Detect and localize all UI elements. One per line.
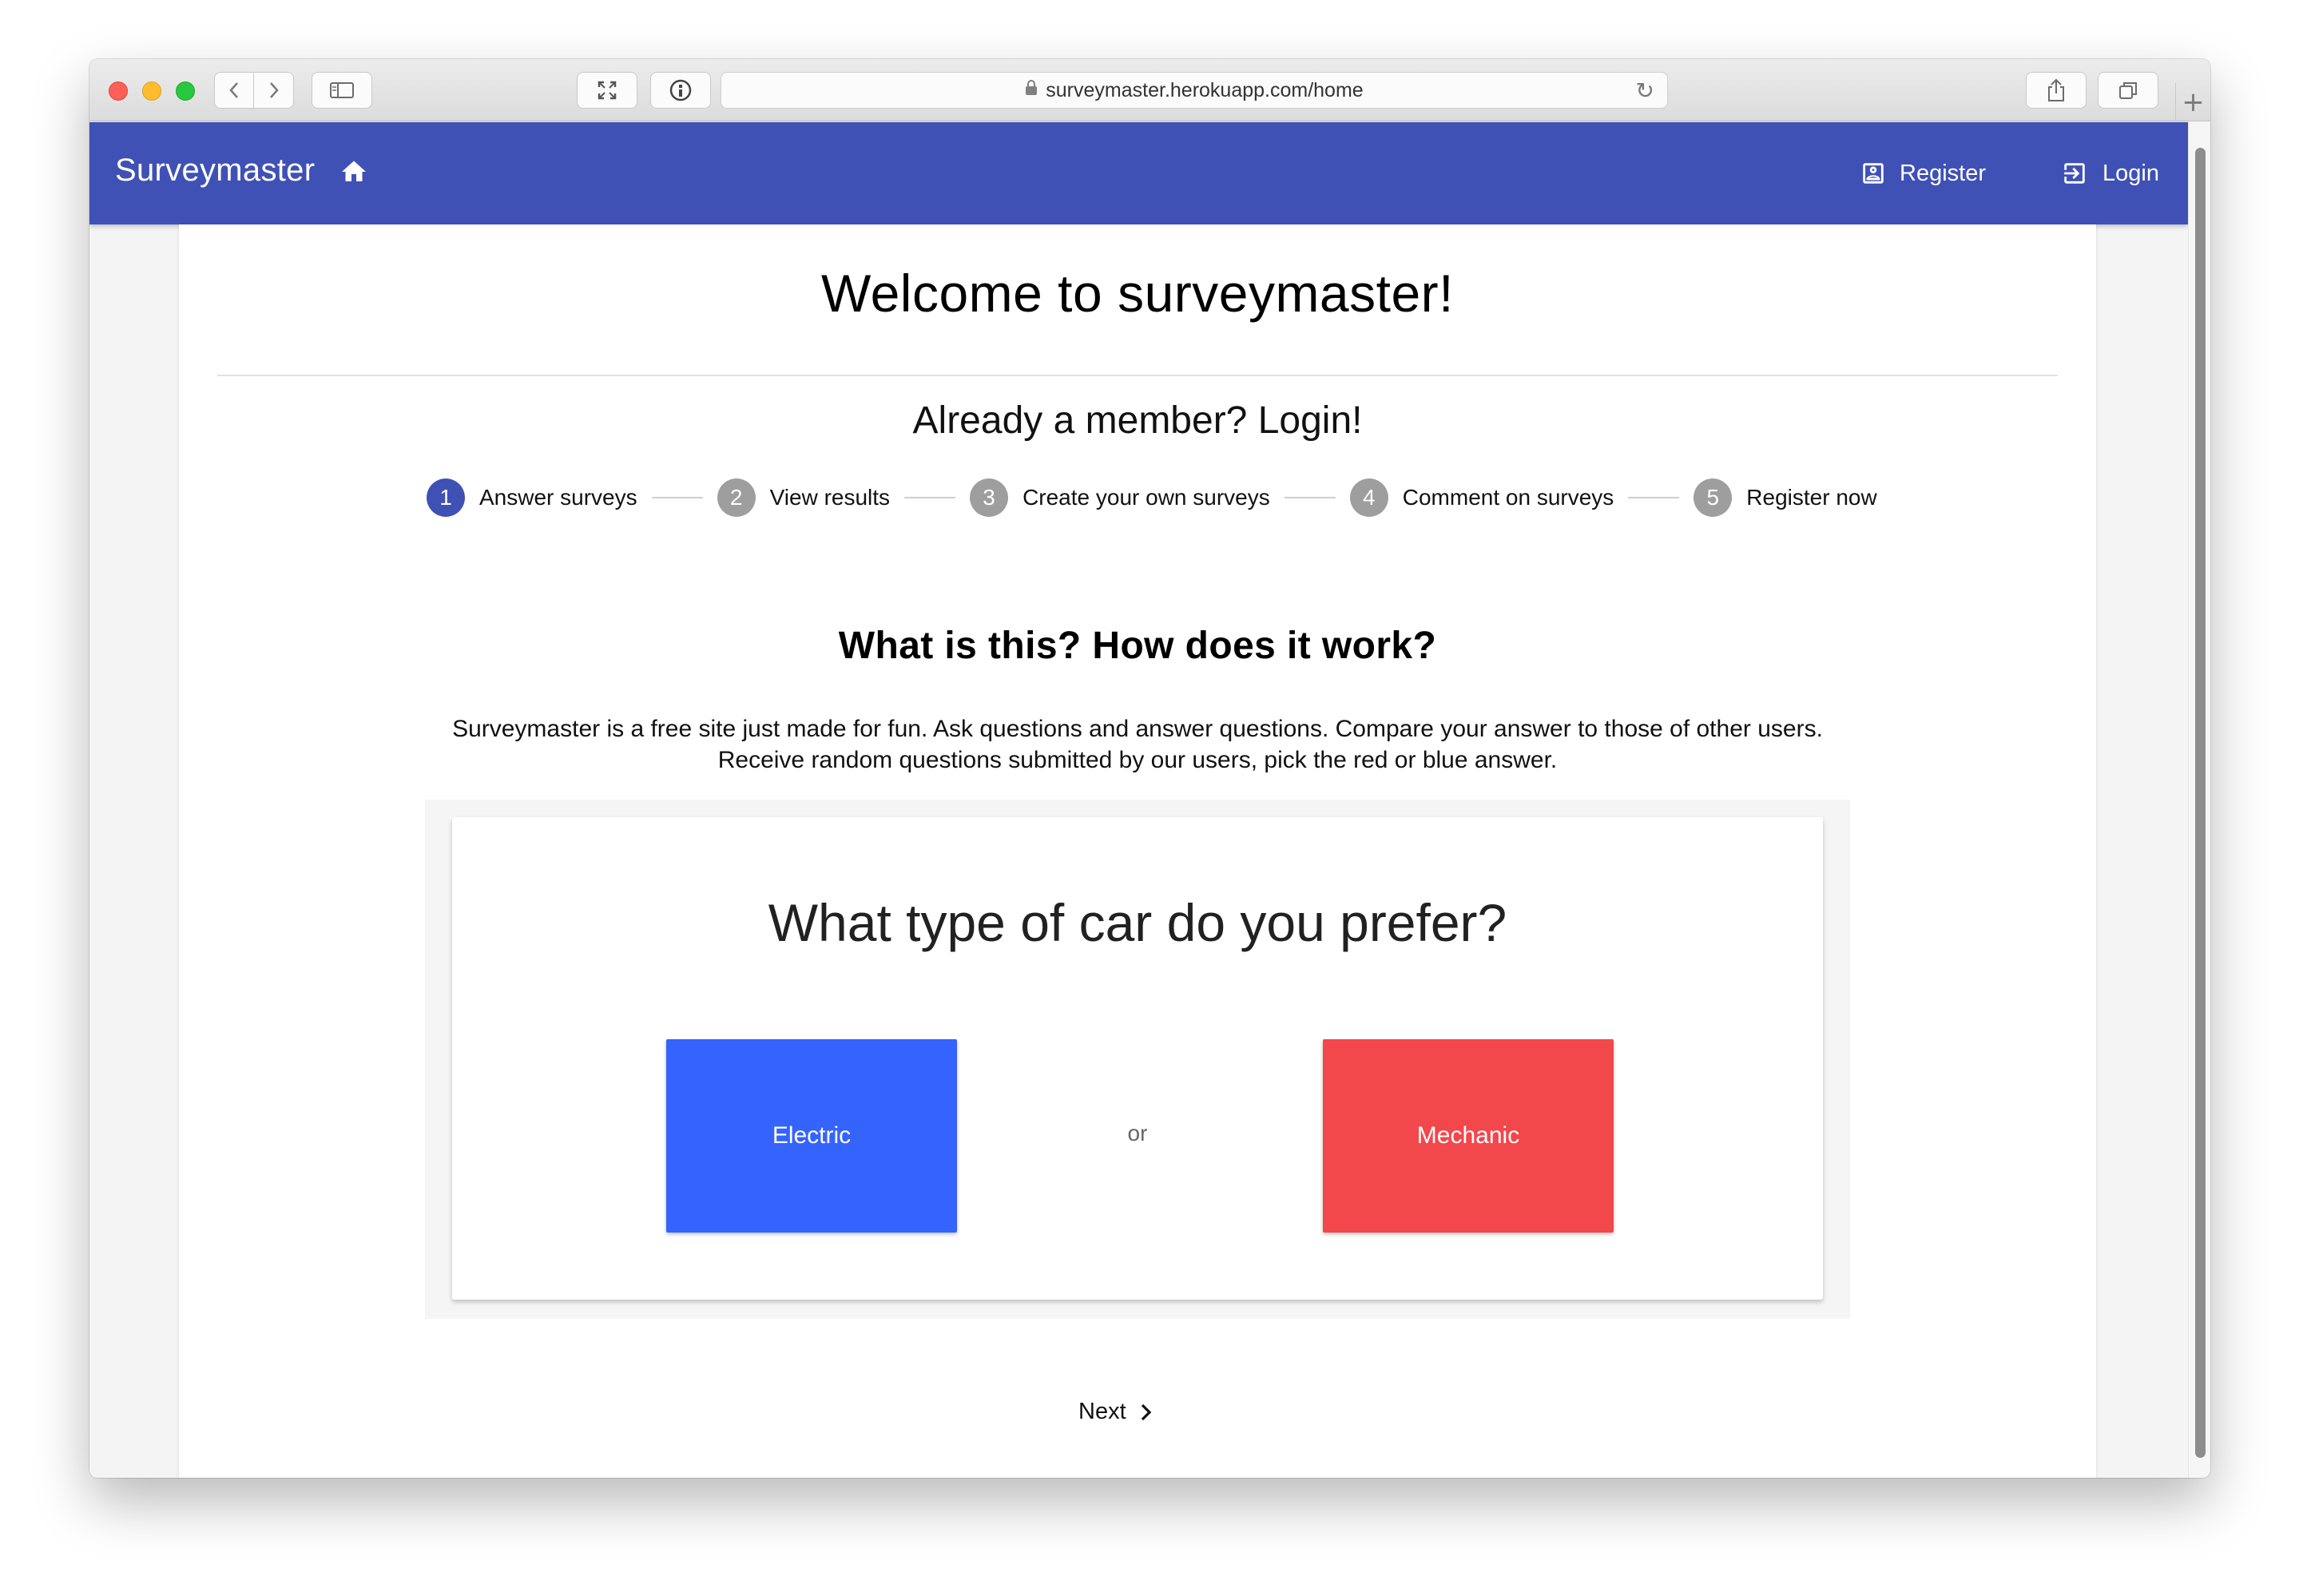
page-title: Welcome to surveymaster! [820, 264, 1454, 323]
page-viewport: Surveymaster Register Login Welcome to s… [89, 122, 2188, 1478]
section-heading: What is this? How does it work? [838, 625, 1437, 667]
step-number: 1 [427, 478, 465, 517]
step-connector [904, 497, 956, 498]
main-content: Welcome to surveymaster! Already a membe… [179, 224, 2096, 1478]
home-icon[interactable] [339, 157, 369, 186]
app-header: Surveymaster Register Login [89, 122, 2188, 224]
step-number: 2 [717, 478, 756, 517]
page-scrollbar[interactable] [2188, 122, 2210, 1478]
share-icon [2048, 78, 2064, 101]
feature-stepper: 1 Answer surveys 2 View results 3 Create… [427, 477, 1877, 518]
chevron-left-icon [229, 82, 238, 98]
next-button[interactable]: Next [1078, 1399, 1155, 1425]
step-view-results[interactable]: 2 View results [717, 478, 890, 517]
forward-button[interactable] [254, 72, 294, 109]
browser-toolbar: surveymaster.herokuapp.com/home ↻ + [89, 59, 2210, 121]
step-number: 3 [970, 478, 1009, 517]
step-register-now[interactable]: 5 Register now [1693, 478, 1877, 517]
survey-question: What type of car do you prefer? [768, 893, 1507, 952]
tabs-icon [2119, 82, 2137, 99]
survey-preview-panel: What type of car do you prefer? Electric… [425, 800, 1850, 1319]
info-circle-icon [669, 79, 692, 101]
step-connector [1284, 497, 1336, 498]
expand-arrows-icon [598, 81, 617, 100]
url-text: surveymaster.herokuapp.com/home [1046, 78, 1364, 101]
survey-card: What type of car do you prefer? Electric… [452, 817, 1823, 1300]
step-comment-surveys[interactable]: 4 Comment on surveys [1349, 478, 1614, 517]
title-divider [217, 375, 2058, 376]
reader-expand-button[interactable] [577, 72, 637, 109]
step-label: Comment on surveys [1402, 485, 1614, 510]
register-button[interactable]: Register [1860, 153, 1986, 194]
brand-title[interactable]: Surveymaster [115, 153, 315, 189]
account-box-icon [1863, 163, 1884, 184]
reload-icon[interactable]: ↻ [1636, 77, 1654, 104]
step-label: Create your own surveys [1022, 485, 1270, 510]
chevron-right-icon [1141, 1403, 1151, 1420]
browser-window: surveymaster.herokuapp.com/home ↻ + Surv… [89, 59, 2210, 1478]
new-tab-button[interactable]: + [2175, 83, 2210, 121]
step-label: Answer surveys [479, 485, 637, 510]
privacy-report-button[interactable] [650, 72, 711, 109]
step-label: View results [769, 485, 891, 510]
address-bar[interactable]: surveymaster.herokuapp.com/home ↻ [721, 72, 1668, 109]
close-window-button[interactable] [109, 81, 128, 101]
lock-icon [1025, 80, 1038, 101]
login-button[interactable]: Login [2059, 153, 2159, 194]
zoom-window-button[interactable] [176, 81, 195, 101]
sidebar-toggle-button[interactable] [312, 72, 372, 109]
step-create-surveys[interactable]: 3 Create your own surveys [970, 478, 1270, 517]
answer-separator: or [1127, 1121, 1148, 1145]
answer-mechanic-button[interactable]: Mechanic [1323, 1039, 1614, 1233]
tab-overview-button[interactable] [2098, 72, 2158, 109]
step-connector [1628, 497, 1680, 498]
step-answer-surveys[interactable]: 1 Answer surveys [427, 478, 637, 517]
chevron-right-icon [269, 82, 279, 98]
login-icon [2064, 163, 2085, 184]
step-label: Register now [1746, 485, 1877, 510]
sidebar-icon [330, 82, 354, 98]
step-connector [651, 497, 703, 498]
site-description: Surveymaster is a free site just made fo… [452, 716, 1823, 773]
minimize-window-button[interactable] [142, 81, 161, 101]
share-button[interactable] [2026, 72, 2087, 109]
step-number: 4 [1349, 478, 1388, 517]
member-login-prompt[interactable]: Already a member? Login! [179, 399, 2096, 443]
scrollbar-thumb[interactable] [2195, 148, 2206, 1458]
next-label: Next [1078, 1399, 1126, 1424]
register-label: Register [1900, 160, 1986, 186]
step-number: 5 [1693, 478, 1733, 517]
login-label: Login [2102, 160, 2159, 186]
back-button[interactable] [214, 72, 254, 109]
